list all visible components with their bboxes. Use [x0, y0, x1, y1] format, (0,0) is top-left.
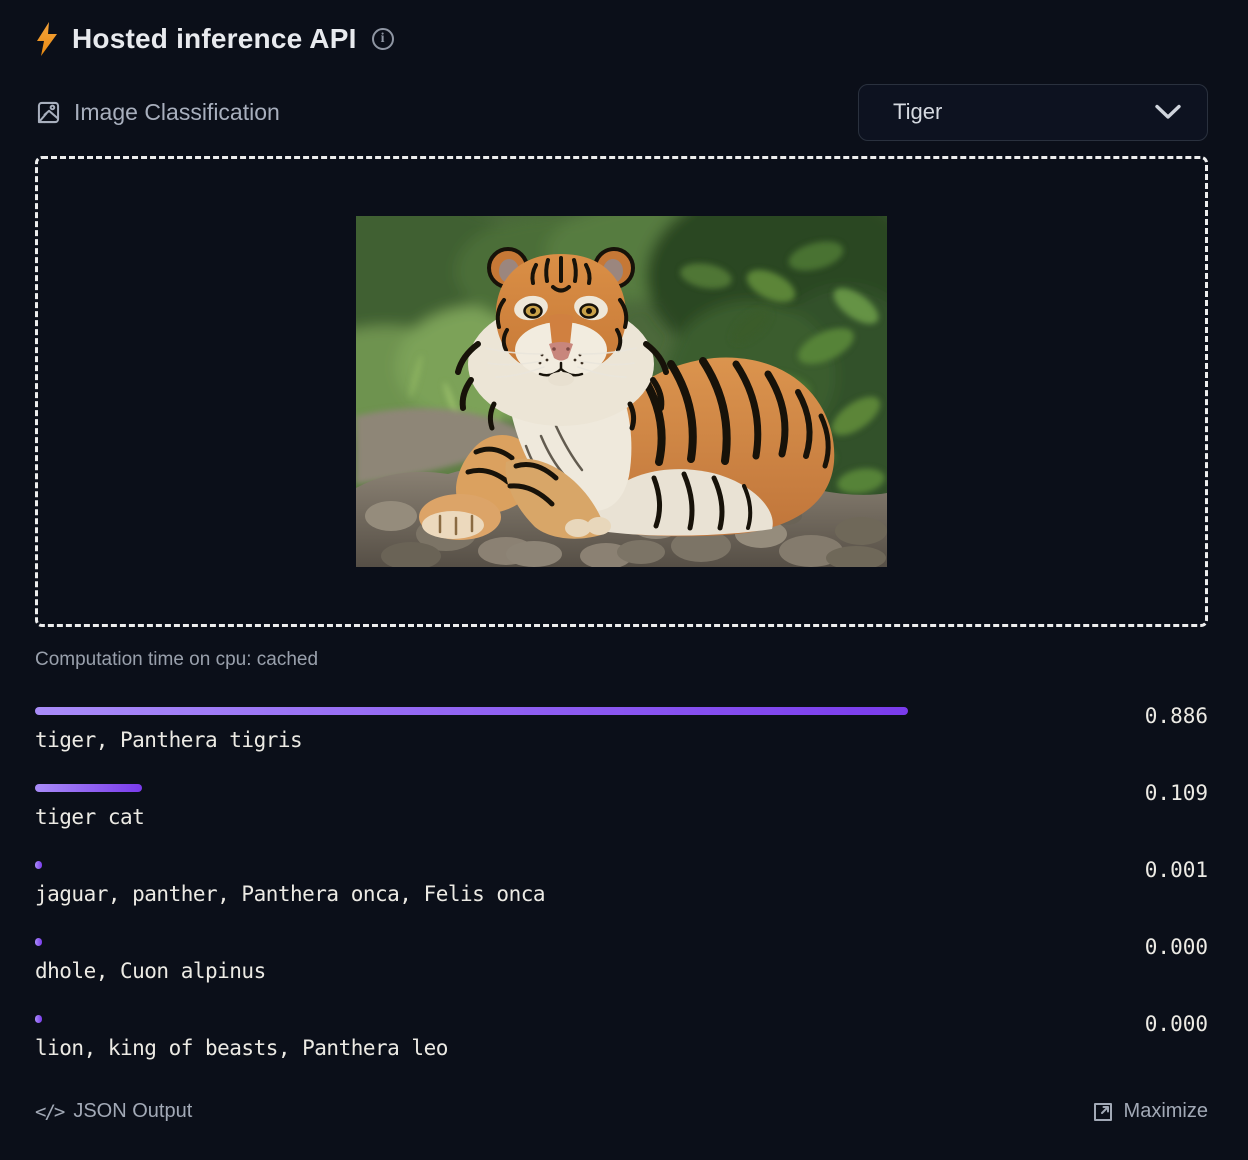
image-classification-icon — [35, 99, 62, 126]
result-label: jaguar, panther, Panthera onca, Felis on… — [35, 882, 1208, 906]
header: Hosted inference API i — [35, 15, 1208, 59]
input-image — [356, 216, 887, 567]
result-label: tiger, Panthera tigris — [35, 728, 1208, 752]
result-score: 0.000 — [1145, 935, 1208, 959]
code-icon: </> — [35, 1101, 63, 1123]
example-select[interactable]: Tiger — [858, 84, 1208, 141]
chevron-down-icon — [1155, 104, 1181, 120]
result-row: tiger, Panthera tigris 0.886 — [35, 707, 1208, 752]
computation-time: Computation time on cpu: cached — [35, 649, 1208, 671]
result-score: 0.886 — [1145, 704, 1208, 728]
result-row: jaguar, panther, Panthera onca, Felis on… — [35, 861, 1208, 906]
result-label: lion, king of beasts, Panthera leo — [35, 1036, 1208, 1060]
lightning-icon — [35, 22, 59, 56]
maximize-label: Maximize — [1124, 1100, 1208, 1123]
result-score: 0.000 — [1145, 1012, 1208, 1036]
maximize-button[interactable]: Maximize — [1092, 1100, 1208, 1123]
score-bar — [35, 1015, 42, 1023]
result-score: 0.109 — [1145, 781, 1208, 805]
example-select-value: Tiger — [859, 99, 942, 125]
page-title: Hosted inference API — [72, 23, 357, 55]
image-dropzone[interactable] — [35, 156, 1208, 627]
score-bar — [35, 938, 42, 946]
result-row: lion, king of beasts, Panthera leo 0.000 — [35, 1015, 1208, 1060]
json-output-button[interactable]: </> JSON Output — [35, 1100, 192, 1123]
task-header: Image Classification — [35, 99, 280, 126]
widget-root: Hosted inference API i Image Classificat… — [0, 0, 1248, 1123]
score-bar — [35, 861, 42, 869]
json-output-label: JSON Output — [73, 1100, 192, 1123]
result-label: tiger cat — [35, 805, 1208, 829]
result-label: dhole, Cuon alpinus — [35, 959, 1208, 983]
result-row: tiger cat 0.109 — [35, 784, 1208, 829]
result-score: 0.001 — [1145, 858, 1208, 882]
result-row: dhole, Cuon alpinus 0.000 — [35, 938, 1208, 983]
task-label: Image Classification — [74, 99, 280, 126]
footer: </> JSON Output Maximize — [35, 1100, 1208, 1123]
score-bar — [35, 707, 908, 715]
info-icon[interactable]: i — [372, 28, 394, 50]
results-list: tiger, Panthera tigris 0.886 tiger cat 0… — [35, 707, 1208, 1060]
task-row: Image Classification Tiger — [35, 83, 1208, 141]
maximize-icon — [1092, 1101, 1114, 1123]
score-bar — [35, 784, 142, 792]
